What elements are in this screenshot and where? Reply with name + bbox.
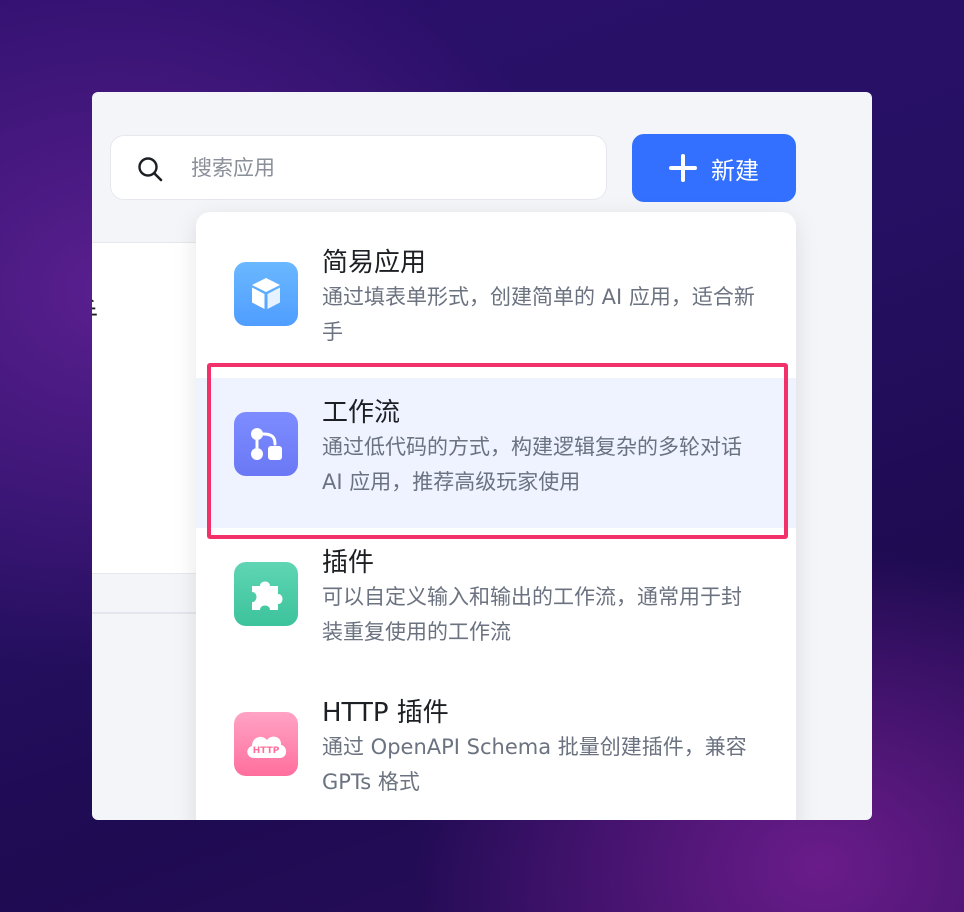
workflow-icon (234, 412, 298, 476)
search-input[interactable] (191, 150, 571, 186)
menu-item-title: HTTP 插件 (322, 698, 449, 728)
menu-item-description: 通过低代码的方式，构建逻辑复杂的多轮对话 AI 应用，推荐高级玩家使用 (322, 435, 742, 494)
menu-item-description: 通过填表单形式，创建简单的 AI 应用，适合新手 (322, 285, 755, 344)
menu-item-title: 简易应用 (322, 248, 427, 278)
menu-item-description: 可以自定义输入和输出的工作流，通常用于封装重复使用的工作流 (322, 585, 742, 644)
menu-item-simple-app[interactable]: 简易应用 通过填表单形式，创建简单的 AI 应用，适合新手 (196, 228, 796, 378)
search-icon (138, 157, 163, 182)
new-button-label: 新建 (711, 156, 759, 185)
http-cloud-icon: HTTP (234, 712, 298, 776)
plus-icon (669, 154, 697, 182)
http-icon-text: HTTP (253, 746, 280, 756)
new-app-dropdown: 简易应用 通过填表单形式，创建简单的 AI 应用，适合新手 工作流 通过低代码的… (196, 212, 796, 820)
cube-icon (234, 262, 298, 326)
search-box[interactable] (110, 135, 607, 200)
menu-item-title: 工作流 (322, 398, 401, 428)
menu-item-title: 插件 (322, 548, 375, 578)
menu-item-http-plugin[interactable]: HTTP HTTP 插件 通过 OpenAPI Schema 批量创建插件，兼容… (196, 678, 796, 820)
background-card-title: 手 (92, 293, 98, 330)
puzzle-icon (234, 562, 298, 626)
menu-item-description: 通过 OpenAPI Schema 批量创建插件，兼容 GPTs 格式 (322, 735, 747, 794)
menu-item-plugin[interactable]: 插件 可以自定义输入和输出的工作流，通常用于封装重复使用的工作流 (196, 528, 796, 678)
app-window: 新建 手 简易应用 通过填表单形式，创建简单的 AI 应用，适合新手 (92, 92, 872, 820)
new-button[interactable]: 新建 (632, 134, 796, 202)
menu-item-workflow[interactable]: 工作流 通过低代码的方式，构建逻辑复杂的多轮对话 AI 应用，推荐高级玩家使用 (196, 378, 796, 528)
